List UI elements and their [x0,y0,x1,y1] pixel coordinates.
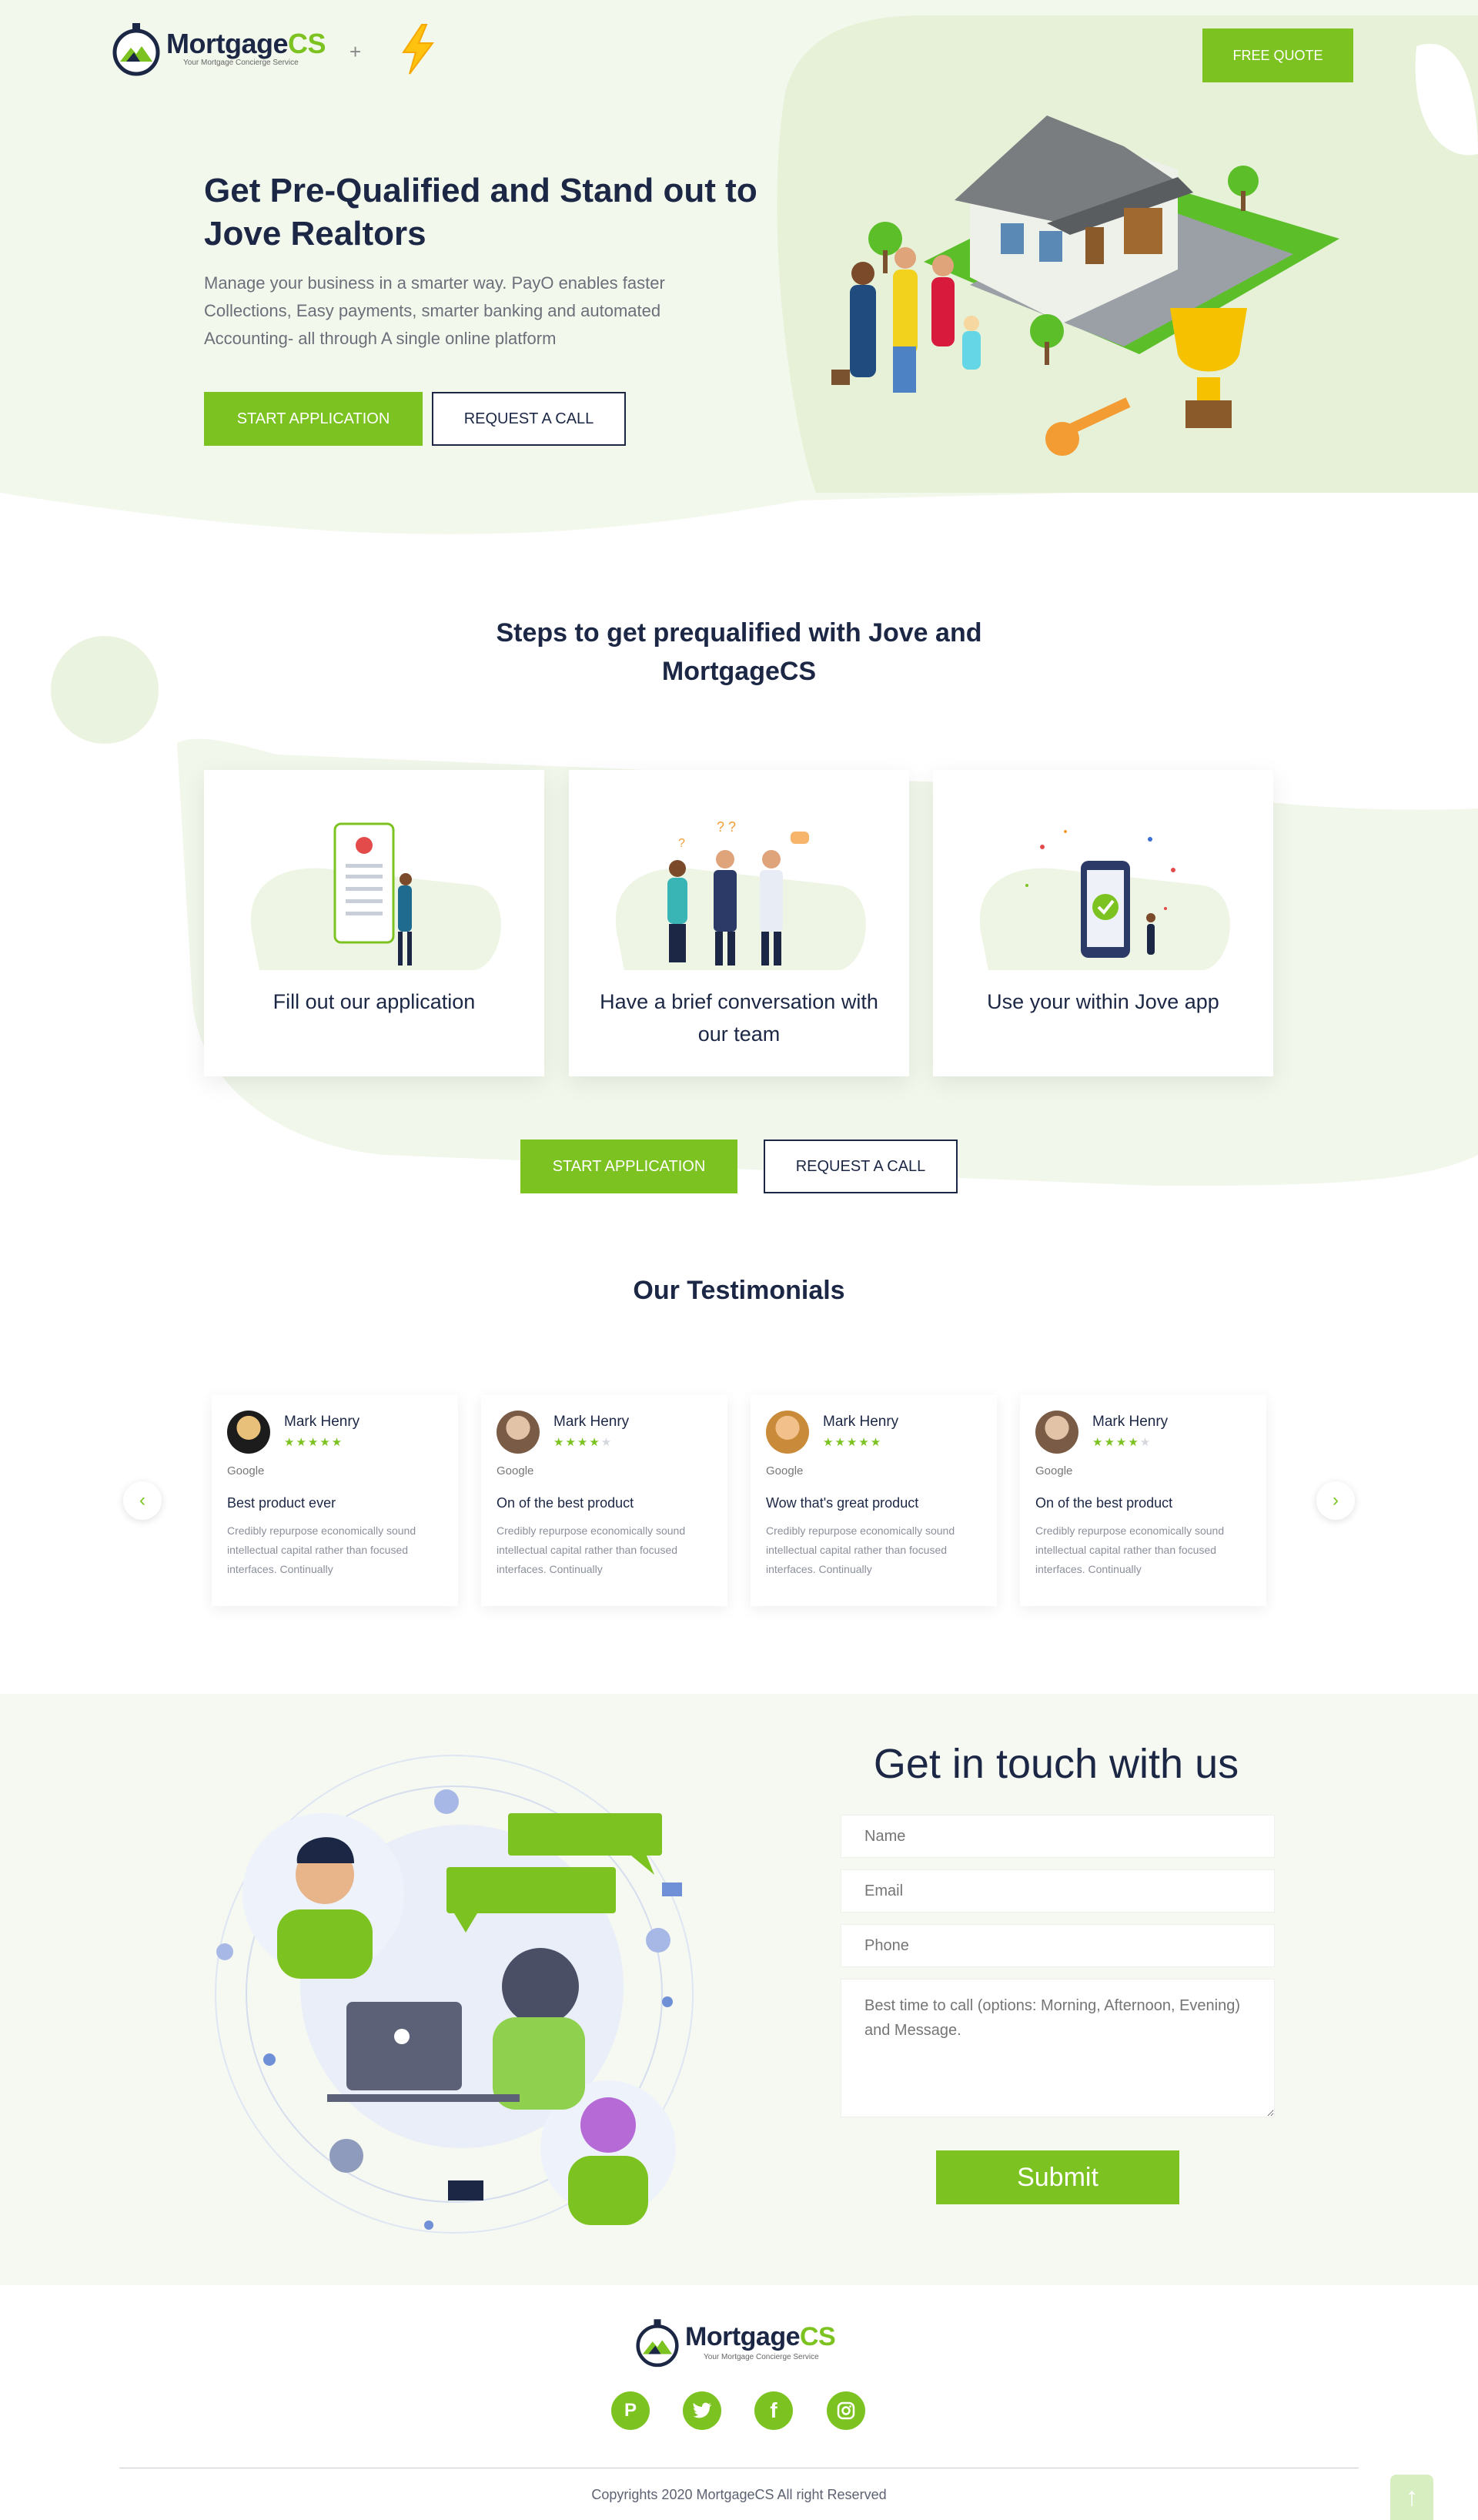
step-label: Fill out our application [273,990,476,1013]
phone-form-icon [250,822,501,970]
free-quote-button[interactable]: FREE QUOTE [1202,28,1353,82]
team-conversation-icon: ? ? ? [615,819,866,970]
logo-accent-text: CS [288,28,326,59]
steps-title: Steps to get prequalified with Jove and … [496,618,982,686]
review-title: Wow that's great product [766,1495,919,1511]
testimonials-title: Our Testimonials [633,1276,845,1305]
review-title: Best product ever [227,1495,336,1511]
support-agent-illustration [215,1755,694,2234]
pinterest-icon[interactable]: P [611,2391,650,2430]
review-title: On of the best product [1035,1495,1173,1511]
star-rating: ★★★★★ [553,1436,614,1449]
reviewer-name: Mark Henry [553,1414,630,1430]
logo-accent-text: CS [800,2322,836,2351]
logo-main-text: Mortgage [685,2322,801,2351]
hero-description: Manage your business in a smarter way. P… [204,273,665,348]
step-card-application: Fill out our application [204,770,544,1076]
star-rating: ★★★★★ [1092,1436,1152,1449]
logo-tagline: Your Mortgage Concierge Service [704,2353,819,2361]
step-card-conversation: ? ? ? Have a brief conversation with our… [569,770,909,1076]
chevron-left-icon[interactable]: ‹ [123,1481,162,1520]
testimonial-card: Mark Henry ★★★★★ Google On of the best p… [1020,1395,1266,1606]
copyright-text: Copyrights 2020 MortgageCS All right Res… [591,2487,887,2502]
name-field[interactable] [841,1815,1275,1858]
house-family-illustration [831,115,1339,456]
review-body: Credibly repurpose economically sound in… [497,1524,686,1575]
instagram-icon[interactable] [827,2391,865,2430]
chevron-right-icon[interactable]: › [1316,1481,1355,1520]
reviewer-name: Mark Henry [1092,1414,1169,1430]
message-field[interactable] [841,1979,1275,2117]
steps-start-application-button[interactable]: START APPLICATION [520,1140,737,1193]
submit-button[interactable]: Submit [936,2150,1179,2204]
hero-title: Get Pre-Qualified and Stand out to Jove … [204,172,757,253]
avatar [1035,1411,1078,1454]
facebook-icon[interactable]: f [754,2391,793,2430]
review-body: Credibly repurpose economically sound in… [766,1524,955,1575]
star-rating: ★★★★★ [823,1436,883,1449]
lightning-icon [402,24,434,75]
testimonial-card: Mark Henry ★★★★★ Google Best product eve… [212,1395,458,1606]
header-logo[interactable]: MortgageCS Your Mortgage Concierge Servi… [112,22,336,77]
reviewer-name: Mark Henry [823,1414,899,1430]
footer-logo[interactable]: MortgageCS Your Mortgage Concierge Servi… [636,2318,859,2373]
star-rating: ★★★★★ [284,1436,344,1449]
review-body: Credibly repurpose economically sound in… [1035,1524,1225,1575]
review-title: On of the best product [497,1495,634,1511]
step-label: Use your within Jove app [987,990,1219,1013]
phone-approved-icon [979,830,1230,970]
avatar [766,1411,809,1454]
reviewer-name: Mark Henry [284,1414,360,1430]
review-body: Credibly repurpose economically sound in… [227,1524,416,1575]
review-source: Google [1035,1464,1073,1478]
arrow-up-icon[interactable]: ↑ [1390,2475,1433,2520]
review-source: Google [766,1464,804,1478]
plus-sign: + [349,40,362,63]
testimonial-card: Mark Henry ★★★★★ Google Wow that's great… [751,1395,997,1606]
phone-field[interactable] [841,1924,1275,1967]
logo-badge-icon [636,2319,679,2368]
start-application-button[interactable]: START APPLICATION [204,392,423,446]
request-call-button[interactable]: REQUEST A CALL [432,392,626,446]
logo-tagline: Your Mortgage Concierge Service [183,59,299,67]
review-source: Google [227,1464,265,1478]
testimonial-card: Mark Henry ★★★★★ Google On of the best p… [481,1395,727,1606]
step-card-app: Use your within Jove app [933,770,1273,1076]
logo-main-text: Mortgage [166,28,289,59]
avatar [227,1411,270,1454]
email-field[interactable] [841,1869,1275,1913]
twitter-icon[interactable] [683,2391,721,2430]
contact-title: Get in touch with us [873,1741,1239,1787]
review-source: Google [497,1464,534,1478]
avatar [497,1411,540,1454]
logo-badge-icon [112,23,160,76]
svg-text:? ?: ? ? [717,819,736,835]
step-label: Have a brief conversation with our team [600,990,878,1046]
steps-request-call-button[interactable]: REQUEST A CALL [764,1140,958,1193]
svg-text:?: ? [678,837,685,850]
